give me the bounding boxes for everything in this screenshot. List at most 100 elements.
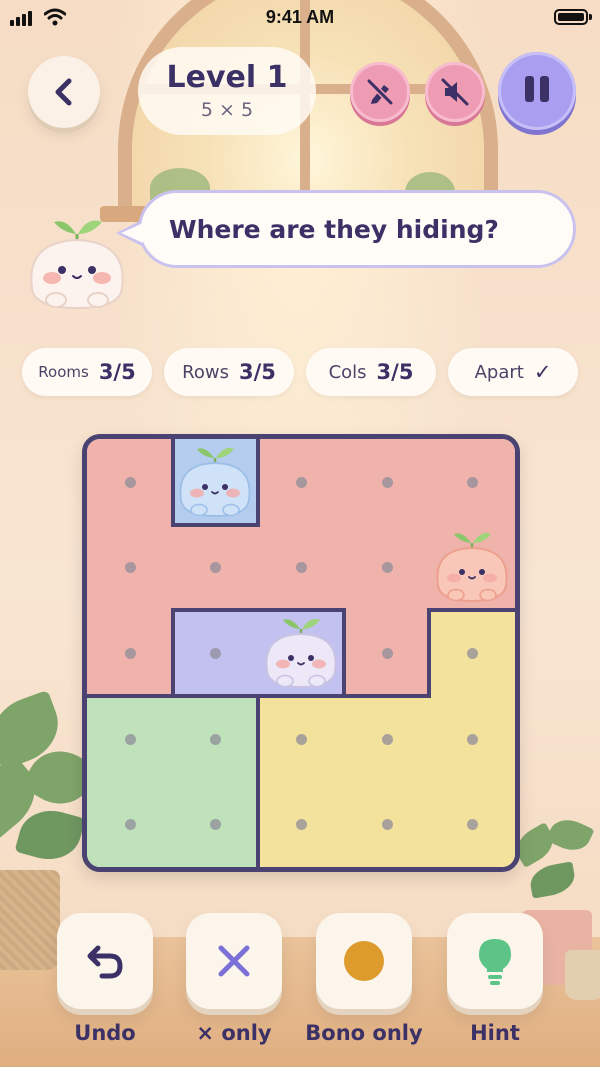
undo-icon [87, 945, 123, 979]
empty-dot [295, 476, 307, 488]
empty-dot [295, 819, 307, 831]
board-cell[interactable] [343, 439, 432, 527]
board-cell[interactable] [87, 439, 175, 527]
board-cell[interactable] [87, 781, 175, 867]
empty-dot [381, 476, 393, 488]
bono-piece[interactable] [173, 440, 257, 520]
constraint-label: Rooms [38, 363, 89, 381]
bono-only-button[interactable] [316, 913, 412, 1009]
draw-off-button[interactable] [350, 62, 410, 122]
battery-tip [589, 14, 592, 20]
board-cell[interactable] [172, 610, 261, 698]
small-pot [565, 950, 600, 1000]
constraint-value: 3/5 [98, 360, 136, 384]
board-cell[interactable] [172, 781, 261, 867]
empty-dot [467, 647, 479, 659]
circle-dot-icon [344, 941, 384, 981]
board-cell[interactable] [343, 524, 432, 613]
constraint-label: Cols [328, 361, 367, 383]
empty-dot [124, 476, 136, 488]
speech-bubble: Where are they hiding? [138, 190, 576, 268]
back-button[interactable] [28, 56, 100, 128]
board-cell[interactable] [429, 695, 515, 784]
constraint-cols: Cols 3/5 [306, 348, 436, 396]
constraint-apart: Apart ✓ [448, 348, 578, 396]
constraint-rows: Rows 3/5 [164, 348, 294, 396]
empty-dot [124, 562, 136, 574]
region-wall [341, 693, 432, 698]
board-cell[interactable] [343, 610, 432, 698]
board-cell[interactable] [429, 610, 515, 698]
board-cell[interactable] [429, 781, 515, 867]
region-wall [256, 779, 261, 867]
battery-icon [554, 9, 588, 25]
constraint-label: Rows [182, 361, 229, 383]
empty-dot [381, 562, 393, 574]
board-cell[interactable] [172, 524, 261, 613]
puzzle-board [82, 434, 520, 872]
pause-button[interactable] [498, 52, 576, 130]
empty-dot [210, 733, 222, 745]
empty-dot [124, 819, 136, 831]
region-wall [170, 608, 175, 698]
bono-only-label: Bono only [305, 1021, 423, 1045]
board-cell[interactable] [172, 695, 261, 784]
empty-dot [381, 819, 393, 831]
empty-dot [381, 733, 393, 745]
bono-piece[interactable] [430, 525, 514, 605]
empty-dot [210, 647, 222, 659]
region-wall [427, 608, 515, 613]
status-bar: 9:41 AM [0, 0, 600, 36]
region-wall [427, 608, 432, 698]
empty-dot [124, 733, 136, 745]
speaker-muted-icon [441, 78, 469, 106]
x-only-label: × only [196, 1021, 272, 1045]
chevron-left-icon [55, 78, 72, 106]
pause-icon [522, 76, 552, 106]
region-wall [256, 693, 346, 698]
region-wall [170, 522, 261, 527]
board-cell[interactable] [258, 695, 346, 784]
empty-dot [467, 819, 479, 831]
check-icon: ✓ [533, 360, 552, 384]
lightbulb-icon [479, 939, 511, 985]
board-cell[interactable] [258, 781, 346, 867]
constraint-value: 3/5 [376, 360, 414, 384]
sound-off-button[interactable] [425, 62, 485, 122]
status-time: 9:41 AM [265, 7, 335, 27]
constraint-rooms: Rooms 3/5 [22, 348, 152, 396]
region-wall [170, 693, 261, 698]
empty-dot [295, 562, 307, 574]
undo-label: Undo [74, 1021, 136, 1045]
region-wall [170, 608, 261, 613]
constraint-value: 3/5 [238, 360, 276, 384]
empty-dot [467, 733, 479, 745]
speech-tail-inner [121, 223, 143, 243]
board-cell[interactable] [258, 439, 346, 527]
undo-button[interactable] [57, 913, 153, 1009]
board-cell[interactable] [87, 524, 175, 613]
level-size: 5 × 5 [200, 99, 254, 121]
woven-pot [0, 870, 60, 970]
pencil-off-icon [366, 78, 394, 106]
board-cell[interactable] [429, 439, 515, 527]
x-mark-icon [218, 945, 250, 977]
empty-dot [210, 562, 222, 574]
empty-dot [124, 647, 136, 659]
level-indicator: Level 1 5 × 5 [138, 47, 316, 135]
level-title: Level 1 [166, 60, 288, 95]
hint-button[interactable] [447, 913, 543, 1009]
hint-label: Hint [470, 1021, 520, 1045]
board-cell[interactable] [343, 695, 432, 784]
region-wall [256, 693, 261, 784]
empty-dot [381, 647, 393, 659]
region-wall [87, 693, 175, 698]
x-only-button[interactable] [186, 913, 282, 1009]
board-cell[interactable] [87, 695, 175, 784]
empty-dot [210, 819, 222, 831]
board-cell[interactable] [258, 524, 346, 613]
bono-piece[interactable] [259, 611, 343, 691]
constraint-label: Apart [474, 361, 524, 383]
board-cell[interactable] [343, 781, 432, 867]
board-cell[interactable] [87, 610, 175, 698]
